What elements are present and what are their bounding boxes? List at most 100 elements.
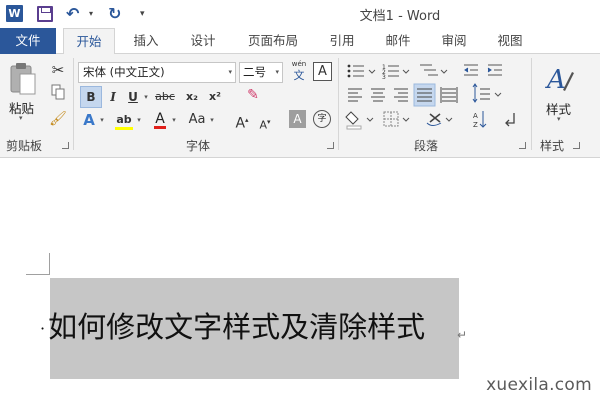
font-launcher-icon[interactable] [327,142,334,149]
svg-text:A: A [545,65,566,94]
align-center-icon[interactable] [371,88,385,102]
increase-indent-icon[interactable] [487,64,502,76]
tab-page-layout[interactable]: 页面布局 [238,28,308,54]
document-page[interactable]: · 如何修改文字样式及清除样式 ↵ xuexila.com [0,159,600,402]
group-divider [531,58,532,150]
font-size-select[interactable]: 二号 ▾ [239,62,283,83]
undo-dropdown-icon[interactable]: ▾ [89,4,93,24]
styles-group-label: 样式 [540,139,565,153]
format-painter-icon[interactable]: 🖌 [47,109,69,129]
italic-button[interactable]: I [104,87,122,107]
chevron-down-icon: ▾ [275,68,279,76]
chevron-down-icon: ▾ [228,68,232,76]
font-name-value: 宋体 (中文正文) [83,65,165,79]
paragraph-controls: 123 A Z [345,64,515,130]
font-size-value: 二号 [243,65,266,79]
word-app-icon[interactable]: W [6,5,23,22]
title-bar: W ↶ ▾ ↻ ▾ 文档1 - Word [0,0,600,28]
enclose-char-button[interactable]: 字 [313,110,331,128]
asian-layout-icon[interactable] [426,113,453,126]
highlight-dropdown-icon[interactable]: ▾ [135,110,143,130]
change-case-button[interactable]: Aa [186,110,208,130]
clear-formatting-icon[interactable]: ✎ [243,85,263,105]
font-group-label: 字体 [186,139,211,153]
underline-dropdown-icon[interactable]: ▾ [142,87,150,107]
svg-text:Z: Z [473,121,478,129]
pinyin-bottom-text: 文 [293,69,305,82]
pinyin-top-text: wén [291,60,307,68]
undo-icon[interactable]: ↶ [66,4,79,24]
line-spacing-icon[interactable] [472,83,502,103]
borders-icon[interactable] [383,111,410,127]
paragraph-text: 如何修改文字样式及清除样式 [48,310,426,344]
tab-review[interactable]: 审阅 [432,28,476,54]
subscript-button[interactable]: x₂ [183,87,201,107]
margin-marker-horizontal [26,274,49,275]
decrease-indent-icon[interactable] [464,64,478,76]
change-case-dropdown-icon[interactable]: ▾ [208,110,216,130]
numbering-icon[interactable]: 123 [382,64,410,81]
paragraph-mark-icon: ↵ [457,328,468,342]
underline-button[interactable]: U [124,87,142,107]
distributed-icon[interactable] [440,87,458,103]
grow-font-glyph: A [235,115,246,132]
styles-dropdown-icon: ▾ [557,115,561,123]
paste-button[interactable]: 粘贴 ▾ [6,60,40,122]
window-title: 文档1 - Word [359,9,441,24]
paragraph-launcher-icon[interactable] [519,142,526,149]
grow-font-button[interactable]: A▴ [234,110,250,132]
char-border-button[interactable]: A [313,62,332,81]
svg-text:3: 3 [382,74,386,81]
text-effects-dropdown-icon[interactable]: ▾ [98,110,106,130]
align-right-icon[interactable] [394,88,408,102]
char-shading-button[interactable]: A [289,110,306,128]
tab-references[interactable]: 引用 [320,28,364,54]
superscript-button[interactable]: x² [206,87,224,107]
shrink-font-button[interactable]: A▾ [257,112,273,132]
align-left-icon[interactable] [348,88,362,102]
highlight-button[interactable]: ab [114,109,134,130]
ribbon-home: 粘贴 ▾ ✂ 🖌 剪贴板 宋体 (中文正文) ▾ 二号 ▾ wén 文 A B … [0,54,600,158]
text-effects-button[interactable]: A [80,110,98,130]
tab-insert[interactable]: 插入 [124,28,168,54]
bullets-icon[interactable] [347,64,376,78]
bullet-marker: · [40,319,46,338]
svg-text:A: A [473,112,478,120]
cut-icon[interactable]: ✂ [47,60,69,80]
styles-button[interactable]: A 样式 ▾ [540,60,580,126]
sort-icon[interactable]: A Z [473,111,487,129]
styles-icon: A [545,65,574,94]
pinyin-guide-button[interactable]: wén 文 [288,60,310,84]
styles-launcher-icon[interactable] [573,142,580,149]
tab-mailings[interactable]: 邮件 [376,28,420,54]
group-divider [338,58,339,150]
paste-icon [10,63,36,95]
clipboard-launcher-icon[interactable] [62,142,69,149]
customize-toolbar-icon[interactable]: ▾ [140,4,145,24]
group-divider [73,58,74,150]
watermark-text: xuexila.com [486,375,592,395]
justify-icon[interactable] [413,83,436,107]
tab-design[interactable]: 设计 [181,28,225,54]
margin-marker-vertical [49,253,50,275]
tab-view[interactable]: 视图 [488,28,532,54]
ribbon-tab-row: 文件 开始 插入 设计 页面布局 引用 邮件 审阅 视图 [0,28,600,55]
bold-button[interactable]: B [80,86,102,108]
font-color-button[interactable]: A [151,109,169,129]
strikethrough-button[interactable]: abc [152,87,178,107]
shading-icon[interactable] [345,111,374,130]
clipboard-group-label: 剪贴板 [6,139,43,153]
redo-icon[interactable]: ↻ [108,4,121,24]
copy-icon[interactable] [47,84,69,104]
font-color-glyph: A [154,111,166,129]
show-formatting-marks-icon[interactable] [505,113,515,127]
tab-home[interactable]: 开始 [63,28,115,55]
font-color-dropdown-icon[interactable]: ▾ [170,110,178,130]
font-name-select[interactable]: 宋体 (中文正文) ▾ [78,62,236,83]
shrink-font-glyph: A [259,118,267,132]
multilevel-list-icon[interactable] [420,64,448,76]
paste-dropdown-icon: ▾ [19,114,23,122]
tab-file[interactable]: 文件 [0,28,56,54]
save-icon[interactable] [37,6,53,22]
document-paragraph[interactable]: · 如何修改文字样式及清除样式 [40,309,425,347]
